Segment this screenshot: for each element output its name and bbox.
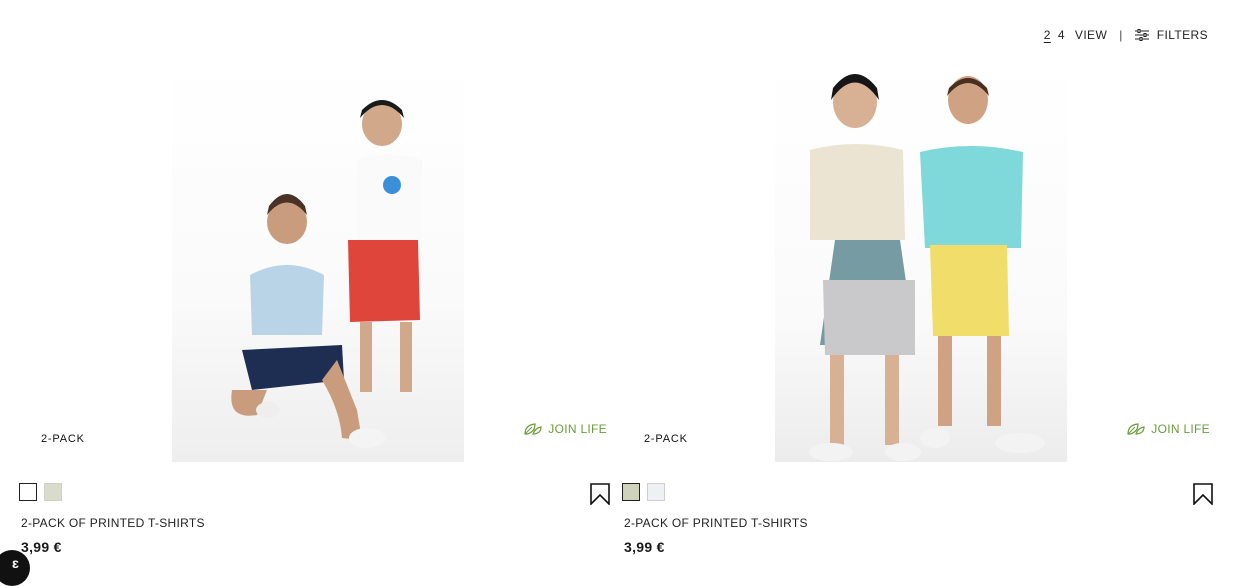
product-title[interactable]: 2-PACK OF PRINTED T-SHIRTS xyxy=(21,516,205,530)
product-price: 3,99 € xyxy=(624,539,665,555)
filters-button[interactable]: FILTERS xyxy=(1134,28,1208,42)
view-label: VIEW xyxy=(1074,28,1108,42)
product-title[interactable]: 2-PACK OF PRINTED T-SHIRTS xyxy=(624,516,808,530)
bookmark-icon[interactable] xyxy=(590,483,610,505)
product-photo-illustration xyxy=(809,74,1045,461)
pack-badge: 2-PACK xyxy=(41,433,85,445)
join-life-text: JOIN LIFE xyxy=(548,422,607,436)
product-photo[interactable] xyxy=(172,60,464,462)
toolbar-separator: | xyxy=(1119,28,1123,42)
filters-icon xyxy=(1134,29,1149,41)
leaf-icon xyxy=(1127,423,1145,435)
listing-toolbar: 2 4 VIEW | FILTERS xyxy=(1042,26,1208,44)
grid-2-option[interactable]: 2 xyxy=(1042,28,1053,42)
chat-icon-glyph: ɛ xyxy=(12,555,19,571)
product-photo-illustration xyxy=(231,100,425,448)
product-media[interactable]: 2-PACK JOIN LIFE xyxy=(613,60,1213,462)
join-life-label: JOIN LIFE xyxy=(1126,422,1210,436)
leaf-icon xyxy=(524,423,542,435)
product-card[interactable]: 2-PACK JOIN LIFE 2-PACK OF PRINTED T-SHI… xyxy=(613,60,1213,570)
join-life-label: JOIN LIFE xyxy=(523,422,607,436)
color-swatch-white[interactable] xyxy=(19,483,37,501)
color-swatch-sage[interactable] xyxy=(44,483,62,501)
color-swatch-white[interactable] xyxy=(647,483,665,501)
color-swatches xyxy=(622,483,672,501)
product-card[interactable]: 2-PACK JOIN LIFE 2-PACK OF PRINTED T-SHI… xyxy=(0,60,610,586)
chat-icon[interactable]: ɛ xyxy=(0,550,30,586)
product-media[interactable]: 2-PACK JOIN LIFE xyxy=(10,60,610,462)
grid-4-option[interactable]: 4 xyxy=(1056,28,1067,42)
join-life-text: JOIN LIFE xyxy=(1151,422,1210,436)
product-photo[interactable] xyxy=(775,60,1067,462)
color-swatch-sage[interactable] xyxy=(622,483,640,501)
pack-badge: 2-PACK xyxy=(644,433,688,445)
filters-label: FILTERS xyxy=(1156,28,1208,42)
product-price: 3,99 € xyxy=(21,539,62,555)
color-swatches xyxy=(19,483,69,501)
bookmark-icon[interactable] xyxy=(1193,483,1213,505)
